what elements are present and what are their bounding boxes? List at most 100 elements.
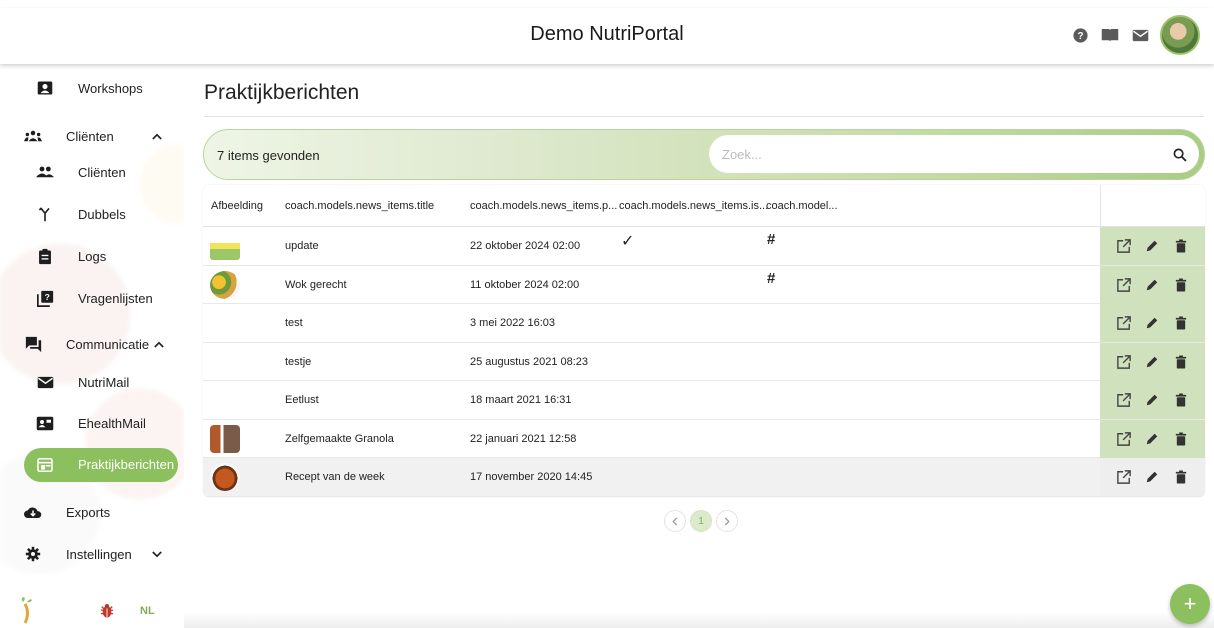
row-title: testje	[285, 355, 312, 368]
next-page-button[interactable]	[716, 510, 738, 532]
open-external-icon[interactable]	[1116, 431, 1132, 447]
mail-icon[interactable]	[1130, 25, 1150, 45]
delete-icon[interactable]	[1173, 354, 1189, 370]
language-switch[interactable]: NL	[140, 605, 155, 617]
row-title: Zelfgemaakte Granola	[285, 432, 394, 445]
sidebar-group-clienten[interactable]: Cliënten	[0, 118, 184, 154]
sidebar-item-workshops[interactable]: Workshops	[0, 70, 184, 106]
row-actions	[1100, 458, 1205, 496]
edit-icon[interactable]	[1144, 315, 1160, 331]
row-date: 18 maart 2021 16:31	[470, 394, 572, 406]
page-title: Praktijkberichten	[204, 81, 360, 104]
sidebar-item-clienten[interactable]: Cliënten	[0, 154, 184, 190]
app-header: Demo NutriPortal ?	[0, 8, 1214, 64]
gear-icon	[24, 545, 42, 563]
row-title: Recept van de week	[285, 471, 385, 483]
row-date: 17 november 2020 14:45	[470, 471, 593, 483]
search-input[interactable]	[709, 135, 1199, 173]
row-date: 11 oktober 2024 02:00	[470, 278, 580, 291]
chevron-down-icon	[150, 547, 164, 561]
table-row[interactable]: test 3 mei 2022 16:03	[203, 304, 1205, 343]
sidebar-item-dubbels[interactable]: Dubbels	[0, 196, 184, 232]
sidebar-item-ehealthmail[interactable]: EhealthMail	[0, 405, 184, 441]
app-logo-icon	[20, 596, 34, 628]
table-row[interactable]: Recept van de week 17 november 2020 14:4…	[203, 458, 1205, 497]
row-title: test	[285, 317, 303, 329]
edit-icon[interactable]	[1144, 277, 1160, 293]
open-external-icon[interactable]	[1116, 315, 1132, 331]
delete-icon[interactable]	[1173, 392, 1189, 408]
merge-icon	[36, 205, 54, 223]
open-external-icon[interactable]	[1116, 469, 1132, 485]
table-row[interactable]: Eetlust 18 maart 2021 16:31	[203, 381, 1205, 420]
sidebar-item-praktijkberichten[interactable]: Praktijkberichten	[24, 448, 178, 482]
row-date: 22 januari 2021 12:58	[470, 432, 577, 445]
column-header-published[interactable]: coach.models.news_items.p...	[470, 200, 617, 212]
user-avatar[interactable]	[1160, 15, 1200, 55]
delete-icon[interactable]	[1173, 469, 1189, 485]
row-title: Wok gerecht	[285, 278, 347, 291]
column-header-title[interactable]: coach.models.news_items.title	[285, 200, 434, 212]
chevron-up-icon	[150, 129, 164, 143]
delete-icon[interactable]	[1173, 315, 1189, 331]
table-row[interactable]: Zelfgemaakte Granola 22 januari 2021 12:…	[203, 419, 1205, 458]
people-icon	[36, 163, 54, 181]
hash-icon: #	[767, 231, 776, 248]
page-button[interactable]: 1	[690, 510, 712, 532]
edit-icon[interactable]	[1144, 431, 1160, 447]
row-date: 22 oktober 2024 02:00	[470, 240, 581, 252]
edit-icon[interactable]	[1144, 354, 1160, 370]
prev-page-button[interactable]	[664, 510, 686, 532]
app-title: Demo NutriPortal	[530, 23, 684, 45]
delete-icon[interactable]	[1173, 277, 1189, 293]
open-external-icon[interactable]	[1116, 238, 1132, 254]
table-row[interactable]: update 22 oktober 2024 02:00 ✓ #	[203, 227, 1205, 266]
search-icon[interactable]	[1170, 145, 1190, 165]
search-bar: 7 items gevonden	[203, 129, 1205, 180]
actions-header	[1100, 185, 1205, 227]
book-icon[interactable]	[1100, 25, 1120, 45]
row-actions	[1100, 419, 1205, 458]
sidebar-group-instellingen[interactable]: Instellingen	[0, 536, 184, 572]
row-actions	[1100, 381, 1205, 419]
sidebar: Workshops Cliënten Cliënten Dubbels Logs…	[0, 64, 184, 628]
edit-icon[interactable]	[1144, 238, 1160, 254]
table-row[interactable]: testje 25 augustus 2021 08:23	[203, 342, 1205, 381]
table-row[interactable]: Wok gerecht 11 oktober 2024 02:00 #	[203, 265, 1205, 304]
help-icon[interactable]: ?	[1070, 25, 1090, 45]
groups-icon	[24, 127, 42, 145]
column-header-image[interactable]: Afbeelding	[211, 200, 263, 212]
delete-icon[interactable]	[1173, 431, 1189, 447]
bug-icon[interactable]	[100, 603, 114, 624]
row-title: Eetlust	[285, 394, 319, 406]
hash-icon: #	[767, 269, 776, 287]
sidebar-item-vragenlijsten[interactable]: ? Vragenlijsten	[0, 280, 184, 316]
row-actions	[1100, 265, 1205, 304]
table-header: Afbeelding coach.models.news_items.title…	[203, 185, 1205, 227]
delete-icon[interactable]	[1173, 238, 1189, 254]
plus-icon: +	[1183, 591, 1197, 616]
column-header-model[interactable]: coach.model...	[766, 200, 838, 212]
open-external-icon[interactable]	[1116, 277, 1132, 293]
row-thumbnail	[210, 424, 240, 453]
svg-text:?: ?	[44, 292, 49, 302]
open-external-icon[interactable]	[1116, 392, 1132, 408]
row-actions	[1100, 227, 1205, 265]
add-button[interactable]: +	[1170, 584, 1210, 624]
clipboard-icon	[36, 247, 54, 265]
sidebar-item-exports[interactable]: Exports	[0, 494, 184, 530]
row-actions	[1100, 304, 1205, 342]
edit-icon[interactable]	[1144, 392, 1160, 408]
sidebar-item-nutrimail[interactable]: NutriMail	[0, 364, 184, 400]
open-external-icon[interactable]	[1116, 354, 1132, 370]
sidebar-item-logs[interactable]: Logs	[0, 238, 184, 274]
cloud-download-icon	[24, 503, 42, 521]
column-header-is-active[interactable]: coach.models.news_items.is...	[619, 200, 768, 212]
check-icon: ✓	[621, 233, 635, 250]
forum-icon	[24, 335, 42, 353]
sidebar-group-communicatie[interactable]: Communicatie	[0, 326, 184, 362]
mail-icon	[36, 373, 54, 391]
edit-icon[interactable]	[1144, 469, 1160, 485]
contact-mail-icon	[36, 414, 54, 432]
question-list-icon: ?	[36, 289, 54, 307]
